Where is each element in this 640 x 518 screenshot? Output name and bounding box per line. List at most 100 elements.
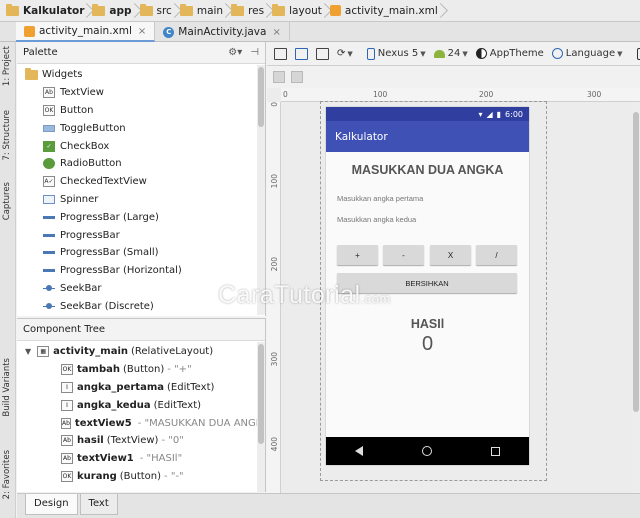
checkbox-icon: ✓: [43, 140, 55, 152]
recents-icon: [490, 446, 500, 456]
canvas-scroll-thumb[interactable]: [633, 112, 639, 412]
theme-selector[interactable]: AppTheme: [473, 45, 547, 63]
kali-button[interactable]: X: [430, 245, 471, 265]
textview-icon: Ab: [61, 453, 73, 465]
folder-icon: [6, 3, 19, 16]
align-vertical-icon[interactable]: [291, 71, 303, 83]
button-icon: OK: [61, 470, 73, 482]
tree-scrollbar[interactable]: [257, 342, 265, 492]
button-icon: OK: [61, 364, 73, 376]
palette-item-progressbar-large[interactable]: ProgressBar (Large): [17, 208, 265, 226]
chevron-down-icon: ▼: [617, 49, 623, 58]
palette-item-button[interactable]: OK Button: [17, 102, 265, 120]
side-tab-project[interactable]: 1: Project: [2, 46, 12, 86]
palette-item-checkedtextview[interactable]: A✓ CheckedTextView: [17, 173, 265, 191]
tab-text[interactable]: Text: [79, 494, 118, 515]
close-icon[interactable]: ×: [272, 27, 280, 38]
textview5[interactable]: MASUKKAN DUA ANGKA: [326, 163, 529, 177]
progressbar-icon: [43, 265, 55, 276]
breadcrumb-main[interactable]: main: [178, 2, 229, 20]
language-selector[interactable]: Language ▼: [549, 45, 626, 63]
angka-pertama-input[interactable]: Masukkan angka pertama: [337, 194, 423, 203]
breadcrumb-kalkulator[interactable]: Kalkulator: [4, 2, 90, 20]
seekbar-icon: [43, 301, 55, 312]
tree-item-angka-pertama[interactable]: Iangka_pertama (EditText): [17, 379, 265, 397]
textview-icon: Ab: [61, 435, 73, 447]
tree-item-angka-kedua[interactable]: Iangka_kedua (EditText): [17, 396, 265, 414]
xml-file-icon: [24, 25, 35, 37]
palette-item-progressbar[interactable]: ProgressBar: [17, 226, 265, 244]
status-time: 6:00: [505, 109, 523, 119]
hasil-textview[interactable]: 0: [326, 333, 529, 356]
ruler-top: 0 100 200 300: [281, 88, 640, 102]
side-tab-captures[interactable]: Captures: [2, 182, 12, 220]
folder-icon: [272, 3, 286, 16]
home-icon: [421, 446, 432, 456]
tab-design[interactable]: Design: [25, 494, 78, 515]
gear-icon[interactable]: ⚙▾: [228, 47, 242, 58]
palette-item-radiobutton[interactable]: RadioButton: [17, 155, 265, 173]
tree-item-kurang[interactable]: OK kurang (Button) - "-": [17, 468, 265, 486]
textview-icon: Ab: [43, 87, 55, 99]
both-view-button[interactable]: [313, 45, 332, 63]
palette-item-progressbar-horizontal[interactable]: ProgressBar (Horizontal): [17, 262, 265, 280]
design-view-button[interactable]: [271, 45, 290, 63]
phone-outline-icon: [636, 47, 640, 60]
folder-icon: [25, 67, 38, 80]
component-tree-header: Component Tree: [17, 319, 265, 341]
palette-item-checkbox[interactable]: ✓ CheckBox: [17, 137, 265, 155]
watermark: CaraTutorial.com: [218, 281, 391, 309]
api-selector[interactable]: 24 ▼: [431, 45, 471, 63]
angka-kedua-input[interactable]: Masukkan angka kedua: [337, 215, 416, 224]
back-icon: [355, 446, 364, 456]
component-tree-panel: Component Tree ▼ ▦ activity_main (Relati…: [17, 318, 266, 492]
tab-main-activity[interactable]: C MainActivity.java ×: [155, 22, 290, 42]
breadcrumb-res[interactable]: res: [229, 2, 270, 20]
layout-variant-button[interactable]: ▼: [634, 45, 640, 63]
tree-item-root[interactable]: ▼ ▦ activity_main (RelativeLayout): [17, 343, 265, 361]
breadcrumb-activity-main[interactable]: activity_main.xml: [328, 2, 444, 20]
side-tab-structure[interactable]: 7: Structure: [2, 110, 12, 161]
togglebutton-icon: [43, 124, 55, 132]
palette-group-widgets[interactable]: Widgets: [17, 66, 265, 84]
breadcrumb-app[interactable]: app: [90, 2, 137, 20]
tab-activity-main[interactable]: activity_main.xml ×: [16, 22, 156, 42]
pin-icon[interactable]: ⊣: [250, 47, 259, 58]
palette-item-togglebutton[interactable]: ToggleButton: [17, 119, 265, 137]
textview1[interactable]: HASIl: [326, 317, 529, 331]
palette-item-progressbar-small[interactable]: ProgressBar (Small): [17, 244, 265, 262]
ruler-label: 300: [270, 352, 279, 367]
orientation-button[interactable]: ⟳ ▼: [334, 45, 356, 63]
side-tab-favorites[interactable]: 2: Favorites: [2, 450, 12, 499]
tambah-button[interactable]: +: [337, 245, 378, 265]
close-icon[interactable]: ×: [138, 26, 146, 37]
canvas-scrollbar[interactable]: [632, 102, 640, 493]
align-horizontal-icon[interactable]: [273, 71, 285, 83]
palette-scrollbar[interactable]: [257, 65, 265, 315]
editor-mode-tabs: Design Text: [17, 493, 640, 518]
blueprint-view-button[interactable]: [292, 45, 311, 63]
palette-item-spinner[interactable]: Spinner: [17, 191, 265, 209]
side-tab-build-variants[interactable]: Build Variants: [2, 358, 12, 417]
palette-item-textview[interactable]: Ab TextView: [17, 84, 265, 102]
palette-list: Widgets Ab TextView OK Button ToggleButton ✓ C…: [17, 64, 265, 315]
tree-item-textview5[interactable]: Ab textView5- "MASUKKAN DUA ANGKA": [17, 414, 265, 432]
textview-icon: Ab: [61, 417, 71, 429]
tree-item-textview1[interactable]: Ab textView1- "HASIl": [17, 450, 265, 468]
chevron-down-icon[interactable]: ▼: [25, 347, 31, 356]
breadcrumb-layout[interactable]: layout: [270, 2, 328, 20]
design-subtoolbar: [267, 66, 640, 88]
ruler-label: 0: [270, 102, 279, 107]
kurang-button[interactable]: -: [383, 245, 424, 265]
breadcrumb-src[interactable]: src: [138, 2, 178, 20]
tree-item-hasil[interactable]: Ab hasil (TextView) - "0": [17, 432, 265, 450]
device-selector[interactable]: Nexus 5 ▼: [364, 45, 429, 63]
ruler-label: 300: [587, 90, 602, 99]
folder-icon: [139, 3, 153, 16]
bagi-button[interactable]: /: [476, 245, 517, 265]
tree-scroll-thumb[interactable]: [258, 344, 264, 444]
breadcrumb: Kalkulator app src main res layout activ…: [0, 0, 640, 22]
palette-scroll-thumb[interactable]: [258, 67, 264, 127]
seekbar-icon: [43, 283, 55, 294]
tree-item-tambah[interactable]: OK tambah (Button) - "+": [17, 361, 265, 379]
